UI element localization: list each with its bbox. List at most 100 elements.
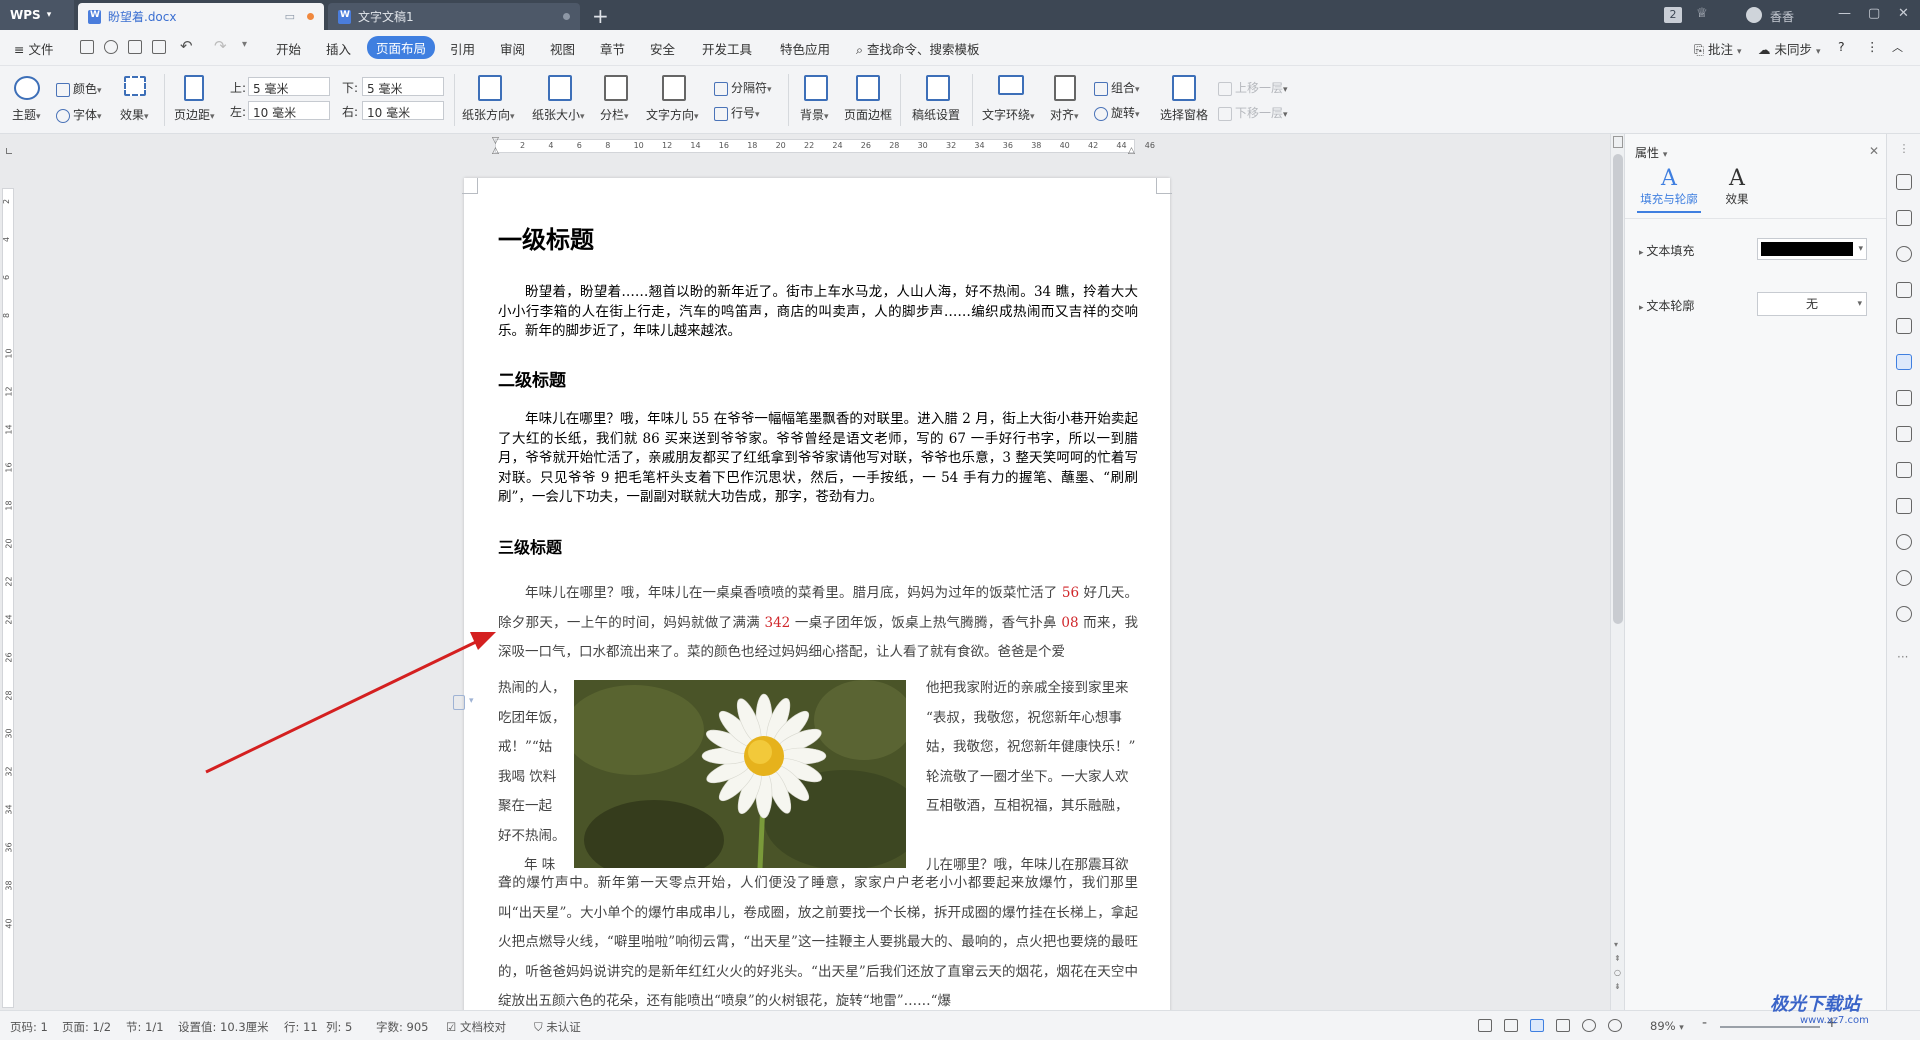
left-indent-icon[interactable]: △ (492, 146, 499, 156)
zoom-slider[interactable] (1720, 1026, 1820, 1028)
scrollbar-thumb[interactable] (1613, 154, 1623, 624)
columns-icon[interactable] (604, 75, 628, 101)
text-direction-button[interactable]: 文字方向▾ (646, 106, 699, 123)
collapse-ribbon-icon[interactable]: ︿ (1892, 39, 1903, 55)
menu-page-layout[interactable]: 页面布局 (367, 36, 436, 59)
pen-icon[interactable] (1896, 174, 1912, 190)
zoom-out-button[interactable]: - (1702, 1015, 1707, 1031)
split-view-icon[interactable] (1613, 136, 1623, 148)
selection-pane-button[interactable]: 选择窗格 (1160, 106, 1208, 123)
undo-icon[interactable]: ↶ (180, 37, 193, 55)
text-outline-row[interactable]: ▸ 文本轮廓 (1639, 297, 1694, 314)
document-page[interactable]: 一级标题 盼望着，盼望着……翘首以盼的新年近了。街市上车水马龙，人山人海，好不热… (462, 178, 1172, 1010)
heading-level-1[interactable]: 一级标题 (498, 220, 594, 255)
status-word-count[interactable]: 字数: 905 (376, 1019, 428, 1035)
wrap-line-left[interactable]: 好不热闹。 (498, 824, 566, 844)
page-border-icon[interactable] (856, 75, 880, 101)
document-tab[interactable]: 文字文稿1 (328, 3, 580, 30)
panel-title[interactable]: 属性 ▾ (1635, 144, 1667, 161)
shapes-icon[interactable] (1896, 246, 1912, 262)
image-icon[interactable] (1896, 498, 1912, 514)
first-line-indent-icon[interactable]: ▽ (492, 136, 499, 146)
wrap-line-right[interactable]: 姑，我敬您，祝您新年健康快乐！” (926, 735, 1135, 755)
help-button[interactable]: ? (1838, 39, 1845, 54)
background-button[interactable]: 背景▾ (800, 106, 829, 123)
close-button[interactable]: ✕ (1898, 6, 1909, 21)
wrap-line-left[interactable]: 聚在一起 (498, 794, 552, 814)
paper-size-button[interactable]: 纸张大小▾ (532, 106, 585, 123)
text-outline-select[interactable]: 无 ▾ (1757, 292, 1867, 316)
text-fill-row[interactable]: ▸ 文本填充 (1639, 242, 1694, 259)
avatar[interactable] (1746, 7, 1762, 23)
menu-view[interactable]: 视图 (550, 39, 575, 58)
read-mode-icon[interactable] (1504, 1019, 1518, 1032)
menu-security[interactable]: 安全 (650, 39, 675, 58)
menu-chapter[interactable]: 章节 (600, 39, 625, 58)
print-preview-icon[interactable] (152, 40, 166, 54)
wrap-line-left[interactable]: 热闹的人， (498, 676, 566, 696)
orientation-icon[interactable] (478, 75, 502, 101)
zoom-level[interactable]: 89% ▾ (1650, 1019, 1684, 1033)
paper-size-icon[interactable] (548, 75, 572, 101)
save-icon[interactable] (80, 40, 94, 54)
align-button[interactable]: 对齐▾ (1050, 106, 1079, 123)
more-tools-icon[interactable]: ··· (1897, 650, 1908, 664)
effect-button[interactable]: 效果▾ (120, 106, 149, 123)
collapse-icon[interactable]: ⋮ (1888, 134, 1920, 164)
wrap-line-right[interactable]: “表叔，我敬您，祝您新年心想事 (926, 706, 1122, 726)
pointer-icon[interactable] (1896, 210, 1912, 226)
paragraph-2[interactable]: 年味儿在哪里？哦，年味儿 55 在爷爷一幅幅笔墨飘香的对联里。进入腊 2 月，街… (498, 410, 1138, 508)
history-icon[interactable] (1896, 570, 1912, 586)
skin-icon[interactable]: ♕ (1696, 6, 1708, 21)
vertical-ruler[interactable]: 2 4 6 8 10 12 14 16 18 20 22 24 26 28 30 32 34 36 38 40 (0, 158, 16, 1010)
quick-access-more-icon[interactable]: ▾ (242, 39, 247, 50)
unsaved-dot-icon[interactable] (307, 13, 314, 20)
box-icon[interactable] (1896, 462, 1912, 478)
menu-insert[interactable]: 插入 (326, 39, 351, 58)
next-page-icon[interactable]: ⇟ (1614, 982, 1621, 991)
theme-button[interactable]: 主题▾ (12, 106, 41, 123)
wrap-line-right[interactable]: 他把我家附近的亲戚全接到家里来 (926, 676, 1129, 696)
menu-developer[interactable]: 开发工具 (702, 39, 752, 58)
wrap-line-right[interactable]: 互相敬酒，互相祝福，其乐融融， (926, 794, 1129, 814)
page-options-icon[interactable] (453, 695, 465, 710)
wrap-line-left[interactable]: 我喝 饮料 (498, 765, 556, 785)
chevron-down-icon[interactable]: ▾ (469, 696, 474, 706)
shield-icon[interactable] (1896, 534, 1912, 550)
close-dot-icon[interactable] (563, 13, 570, 20)
selection-pane-icon[interactable] (1172, 75, 1196, 101)
comment-button[interactable]: ⎘ 批注 ▾ (1694, 39, 1742, 58)
new-tab-button[interactable]: + (592, 4, 609, 28)
status-setting[interactable]: 设置值: 10.3厘米 (178, 1019, 269, 1035)
text-direction-icon[interactable] (662, 75, 686, 101)
wrap-line-right[interactable]: 轮流敬了一圈才坐下。一大家人欢 (926, 765, 1129, 785)
more-icon[interactable]: ⋮ (1866, 39, 1879, 54)
text-wrap-button[interactable]: 文字环绕▾ (982, 106, 1035, 123)
table-icon[interactable] (1896, 318, 1912, 334)
user-name[interactable]: 香香 (1770, 8, 1794, 25)
monitor-icon[interactable]: ▭ (285, 10, 295, 23)
menu-start[interactable]: 开始 (276, 39, 301, 58)
status-section[interactable]: 节: 1/1 (126, 1019, 164, 1035)
effect-icon[interactable] (124, 76, 146, 96)
window-count-badge[interactable]: 2 (1664, 7, 1682, 23)
document-canvas[interactable]: 一级标题 盼望着，盼望着……翘首以盼的新年近了。街市上车水马龙，人山人海，好不热… (16, 158, 1610, 1010)
daisy-flower-image[interactable] (574, 680, 906, 868)
previous-page-icon[interactable]: ⇞ (1614, 954, 1621, 963)
proofread-button[interactable]: ☑ 文档校对 (446, 1019, 506, 1035)
group-button[interactable]: 组合▾ (1094, 79, 1140, 96)
margins-icon[interactable] (184, 75, 204, 101)
eye-protect-icon[interactable] (1608, 1019, 1622, 1032)
tab-stop-icon[interactable] (6, 148, 12, 154)
status-page-code[interactable]: 页码: 1 (10, 1019, 48, 1035)
status-col[interactable]: 列: 5 (326, 1019, 352, 1035)
background-icon[interactable] (804, 75, 828, 101)
outline-view-icon[interactable] (1556, 1019, 1570, 1032)
sync-button[interactable]: ☁ 未同步 ▾ (1758, 39, 1821, 58)
text-wrap-icon[interactable] (998, 75, 1024, 95)
horizontal-ruler[interactable]: 2 4 6 8 10 12 14 16 18 20 22 24 26 28 30 32 34 36 38 40 42 44… (0, 134, 1610, 158)
undo-history-icon[interactable] (104, 40, 118, 54)
fill-bucket-icon[interactable] (1896, 282, 1912, 298)
paragraph-4[interactable]: 聋的爆竹声中。新年第一天零点开始，人们便没了睡意，家家户户老老小小都要起来放爆竹… (498, 869, 1138, 1010)
manuscript-button[interactable]: 稿纸设置 (912, 106, 960, 123)
